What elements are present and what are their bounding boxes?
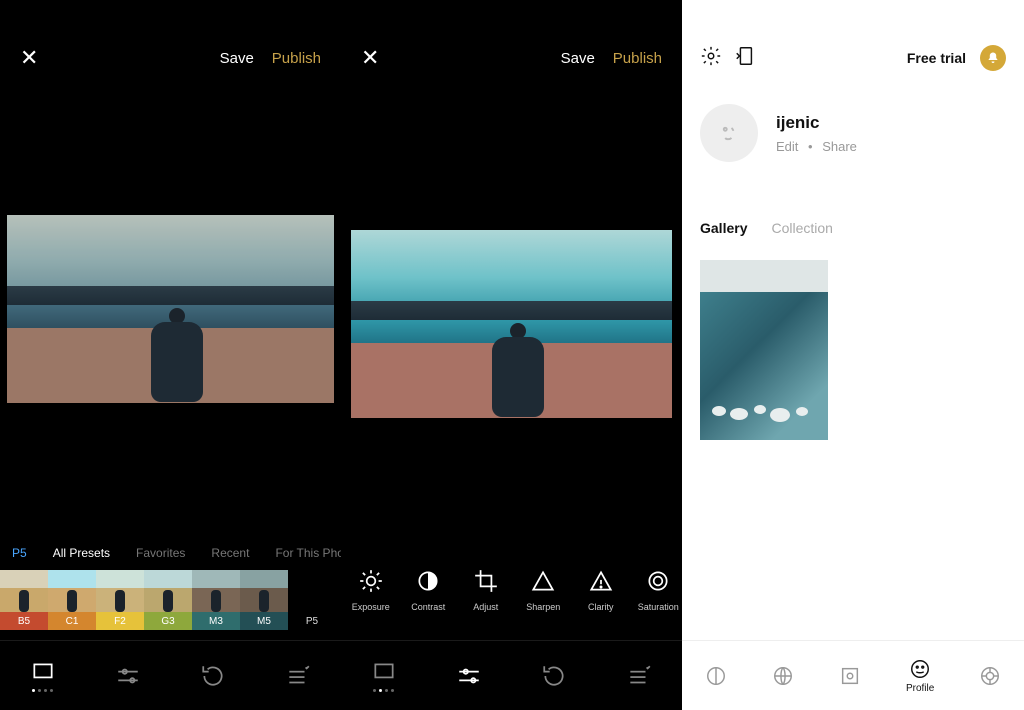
topbar-left-icons bbox=[700, 45, 756, 72]
close-icon[interactable]: ✕ bbox=[361, 45, 379, 71]
nav-history-icon[interactable] bbox=[541, 663, 567, 689]
tool-clarity[interactable]: Clarity bbox=[577, 568, 625, 612]
publish-button[interactable]: Publish bbox=[613, 50, 662, 67]
tool-exposure[interactable]: Exposure bbox=[347, 568, 395, 612]
close-icon[interactable]: ✕ bbox=[20, 45, 38, 71]
topbar: ✕ Save Publish bbox=[0, 38, 341, 78]
preset-tab-current[interactable]: P5 bbox=[12, 546, 27, 560]
profile-actions: Edit • Share bbox=[776, 139, 857, 154]
nav-profile-label: Profile bbox=[906, 683, 934, 694]
profile-topbar: Free trial bbox=[682, 38, 1024, 78]
nav-recipes-icon[interactable] bbox=[285, 663, 311, 689]
gallery-thumbnail[interactable] bbox=[700, 260, 828, 440]
save-button[interactable]: Save bbox=[220, 50, 254, 67]
tab-collection[interactable]: Collection bbox=[771, 220, 832, 236]
nav-sliders-icon[interactable] bbox=[115, 663, 141, 689]
free-trial-button[interactable]: Free trial bbox=[907, 50, 966, 66]
nav-studio-icon[interactable] bbox=[839, 665, 861, 687]
tool-adjust[interactable]: Adjust bbox=[462, 568, 510, 612]
publish-button[interactable]: Publish bbox=[272, 50, 321, 67]
avatar[interactable] bbox=[700, 104, 758, 162]
preset-tab-favorites[interactable]: Favorites bbox=[136, 546, 185, 560]
nav-presets-icon[interactable] bbox=[371, 659, 397, 692]
nav-recipes-icon[interactable] bbox=[626, 663, 652, 689]
profile-bottom-nav: Profile bbox=[682, 640, 1024, 710]
editor-panel-tools: ✕ Save Publish ExposureContrastAdjustSha… bbox=[341, 0, 682, 710]
preset-tab-recent[interactable]: Recent bbox=[211, 546, 249, 560]
share-profile-link[interactable]: Share bbox=[822, 139, 857, 154]
preset-thumb-m3[interactable]: M3 bbox=[192, 570, 240, 630]
profile-panel: Free trial ijenic Edit • Share Gallery C… bbox=[682, 0, 1024, 710]
topbar: ✕ Save Publish bbox=[341, 38, 682, 78]
notifications-icon[interactable] bbox=[980, 45, 1006, 71]
tool-sharpen[interactable]: Sharpen bbox=[520, 568, 568, 612]
username: ijenic bbox=[776, 113, 857, 133]
editor-panel-presets: ✕ Save Publish P5 All Presets Favorites … bbox=[0, 0, 341, 710]
nav-history-icon[interactable] bbox=[200, 663, 226, 689]
topbar-actions: Save Publish bbox=[561, 50, 662, 67]
preset-tab-all[interactable]: All Presets bbox=[53, 546, 110, 560]
preset-thumb-g3[interactable]: G3 bbox=[144, 570, 192, 630]
nav-profile-icon[interactable]: Profile bbox=[906, 658, 934, 694]
preset-thumb-f2[interactable]: F2 bbox=[96, 570, 144, 630]
nav-presets-icon[interactable] bbox=[30, 659, 56, 692]
photo-preview[interactable] bbox=[351, 230, 672, 418]
separator: • bbox=[808, 139, 813, 154]
profile-info: ijenic Edit • Share bbox=[776, 113, 857, 154]
tool-saturation[interactable]: Saturation bbox=[635, 568, 683, 612]
bottom-nav bbox=[0, 640, 341, 710]
nav-feed-icon[interactable] bbox=[705, 665, 727, 687]
gear-icon[interactable] bbox=[700, 45, 722, 72]
preset-category-tabs: P5 All Presets Favorites Recent For This… bbox=[0, 539, 341, 567]
tab-gallery[interactable]: Gallery bbox=[700, 220, 747, 236]
nav-spaces-icon[interactable] bbox=[979, 665, 1001, 687]
photo-preview[interactable] bbox=[7, 215, 334, 403]
nav-sliders-icon[interactable] bbox=[456, 663, 482, 689]
profile-tabs: Gallery Collection bbox=[700, 220, 833, 236]
tool-contrast[interactable]: Contrast bbox=[405, 568, 453, 612]
topbar-right: Free trial bbox=[907, 45, 1006, 71]
edit-profile-link[interactable]: Edit bbox=[776, 139, 798, 154]
profile-header: ijenic Edit • Share bbox=[700, 104, 857, 162]
adjust-tools-strip: ExposureContrastAdjustSharpenClaritySatu… bbox=[341, 550, 682, 630]
bottom-nav bbox=[341, 640, 682, 710]
preset-filmstrip: B5C1F2G3M3M5P5 bbox=[0, 570, 336, 630]
preset-thumb-p5[interactable]: P5 bbox=[288, 570, 336, 630]
preset-thumb-m5[interactable]: M5 bbox=[240, 570, 288, 630]
preset-thumb-c1[interactable]: C1 bbox=[48, 570, 96, 630]
save-button[interactable]: Save bbox=[561, 50, 595, 67]
topbar-actions: Save Publish bbox=[220, 50, 321, 67]
preset-tab-forthis[interactable]: For This Photo bbox=[275, 546, 341, 560]
nav-discover-icon[interactable] bbox=[772, 665, 794, 687]
preset-thumb-b5[interactable]: B5 bbox=[0, 570, 48, 630]
add-to-device-icon[interactable] bbox=[734, 45, 756, 72]
